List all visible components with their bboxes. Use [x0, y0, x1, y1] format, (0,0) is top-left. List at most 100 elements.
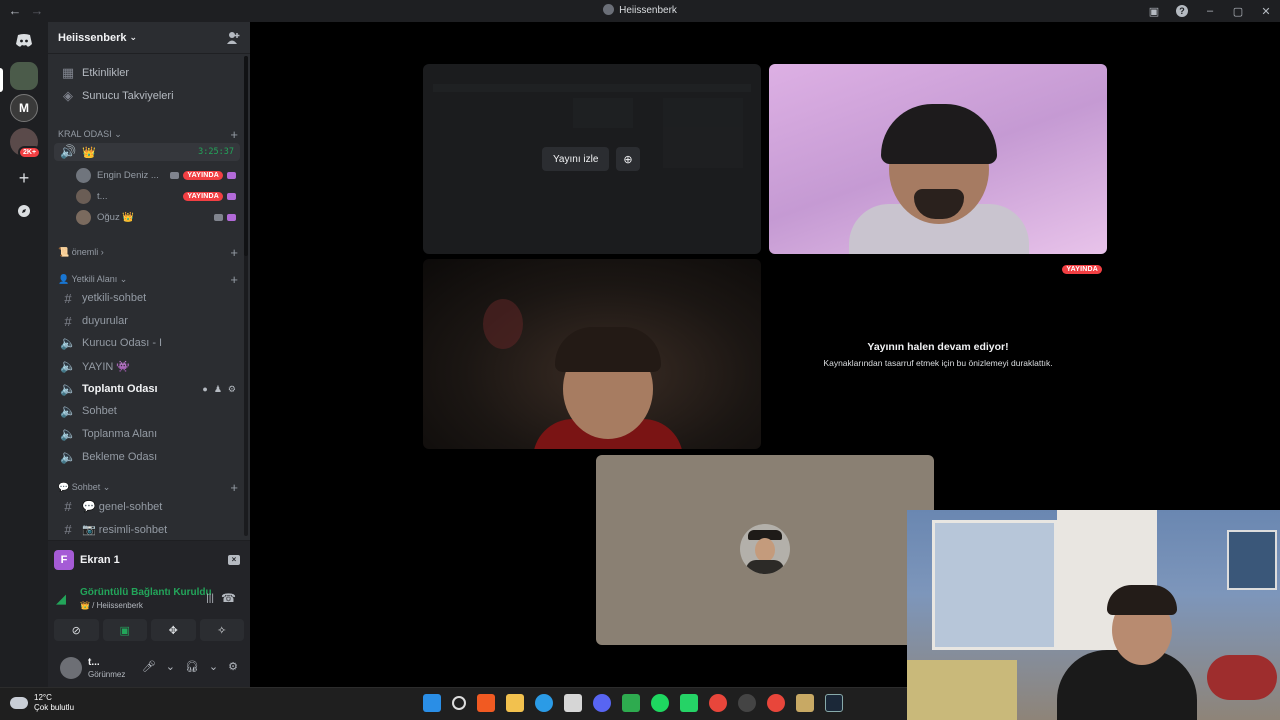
taskbar-apps — [423, 694, 843, 712]
chevron-down-icon[interactable]: ⌄ — [209, 660, 218, 673]
hashtag-icon: # — [64, 498, 72, 514]
channel-sohbet[interactable]: 🔈 Sohbet — [54, 401, 240, 421]
soundboard-button[interactable]: ✧ — [199, 619, 244, 641]
connection-status: ◢ Görüntülü Bağlantı Kuruldu 👑 / Heiisse… — [56, 587, 236, 610]
mentions-badge: 2K+ — [18, 146, 42, 159]
link-sunucu-takviyeleri[interactable]: ◈ Sunucu Takviyeleri — [54, 86, 240, 106]
channel-genel-sohbet[interactable]: # 💬 genel-sohbet — [54, 496, 240, 516]
chevron-down-icon: ⌄ — [129, 32, 138, 42]
add-channel-icon[interactable]: + — [230, 272, 238, 287]
screen-share-button[interactable]: ▣ — [102, 619, 147, 641]
minimize-button[interactable]: – — [1196, 5, 1224, 17]
disconnect-icon[interactable]: ☎ — [221, 591, 236, 605]
signal-icon[interactable]: ◢ — [56, 591, 66, 607]
wall-picture — [1227, 530, 1277, 590]
paused-stream-tile[interactable]: YAYINDA Yayının halen devam ediyor! Kayn… — [769, 259, 1107, 449]
voice-user[interactable]: t... YAYINDA — [76, 186, 240, 206]
activities-button[interactable]: ✥ — [151, 619, 196, 641]
hashtag-icon: # — [64, 313, 72, 329]
background-object — [483, 299, 523, 349]
league-icon[interactable] — [796, 694, 814, 712]
voice-user[interactable]: Oğuz 👑 — [76, 207, 240, 227]
camera-off-button[interactable]: ⊘ — [54, 619, 99, 641]
discord-app-icon[interactable] — [593, 694, 611, 712]
maximize-button[interactable]: ▢ — [1224, 5, 1252, 18]
camera-tile[interactable] — [423, 259, 761, 449]
voice-channel-kral[interactable]: 🔊 👑 3:25:37 — [54, 143, 240, 161]
server-avatar-m[interactable]: M — [10, 94, 38, 122]
windows-start-icon[interactable] — [423, 694, 441, 712]
add-channel-icon[interactable]: + — [230, 245, 238, 260]
steam-icon[interactable] — [825, 694, 843, 712]
explore-icon[interactable] — [10, 197, 38, 225]
xbox-icon[interactable] — [622, 694, 640, 712]
whatsapp-icon[interactable] — [680, 694, 698, 712]
taskbar: 12°C Çok bulutlu — [0, 687, 907, 720]
cloud-icon — [10, 697, 28, 709]
server-selected-pill — [0, 68, 3, 92]
channel-yayin[interactable]: 🔈 YAYIN 👾 — [54, 356, 240, 376]
live-badge: YAYINDA — [183, 191, 223, 201]
discord-home-icon[interactable] — [10, 27, 38, 55]
category-onemli[interactable]: 📜 önemli › + — [58, 245, 238, 260]
channel-yetkili-sohbet[interactable]: # yetkili-sohbet — [54, 288, 240, 308]
obs-icon[interactable] — [738, 694, 756, 712]
popout-icon[interactable]: ⊕ — [616, 147, 640, 171]
file-explorer-icon[interactable] — [506, 694, 524, 712]
channel-resimli-sohbet[interactable]: # 📷 resimli-sohbet — [54, 519, 240, 539]
headphones — [881, 104, 997, 164]
headphones — [1107, 585, 1177, 615]
weather-widget[interactable]: 12°C Çok bulutlu — [10, 693, 74, 713]
activity-icon — [227, 171, 236, 179]
chevron-down-icon: ⌄ — [114, 128, 122, 139]
category-yetkili-alani[interactable]: 👤 Yetkili Alanı ⌄ + — [58, 272, 238, 287]
voice-actions: ⊘ ▣ ✥ ✧ — [54, 619, 244, 641]
server-avatar-heiissenberk[interactable] — [10, 62, 38, 90]
chevron-down-icon[interactable]: ⌄ — [166, 660, 175, 673]
chrome-icon[interactable] — [767, 694, 785, 712]
live-badge: YAYINDA — [1062, 265, 1102, 274]
channel-duyurular[interactable]: # duyurular — [54, 311, 240, 331]
streamer-webcam-overlay — [907, 510, 1280, 720]
add-channel-icon[interactable]: + — [230, 127, 238, 142]
microphone-icon[interactable]: 🎤︎ — [142, 660, 156, 673]
close-button[interactable]: ✕ — [1252, 5, 1280, 18]
hashtag-icon: # — [64, 290, 72, 306]
inbox-icon[interactable]: ▣ — [1140, 5, 1168, 18]
add-channel-icon[interactable]: + — [230, 480, 238, 495]
sidebar-scrollbar[interactable] — [244, 56, 248, 536]
stop-stream-icon[interactable]: × — [228, 555, 240, 565]
brave-browser-icon[interactable] — [477, 694, 495, 712]
chat-icon[interactable]: ● — [202, 384, 207, 395]
camera-tile[interactable] — [769, 64, 1107, 254]
audio-participant-tile[interactable] — [596, 455, 934, 645]
headphones-icon[interactable]: 🎧︎ — [185, 660, 199, 673]
gear-icon[interactable]: ⚙ — [228, 660, 238, 673]
category-kral-odasi[interactable]: KRAL ODASI ⌄ + — [58, 127, 238, 142]
watch-stream-button[interactable]: Yayını izle — [542, 147, 610, 171]
spotify-icon[interactable] — [651, 694, 669, 712]
invite-icon[interactable]: ♟ — [214, 384, 222, 395]
avatar[interactable] — [60, 657, 82, 679]
channel-toplanma-alani[interactable]: 🔈 Toplanma Alanı — [54, 424, 240, 444]
gear-icon[interactable]: ⚙ — [228, 384, 236, 395]
server-header[interactable]: Heiissenberk ⌄ — [48, 22, 250, 54]
search-icon[interactable] — [452, 696, 466, 710]
edge-browser-icon[interactable] — [535, 694, 553, 712]
channel-bekleme-odasi[interactable]: 🔈 Bekleme Odası — [54, 447, 240, 467]
stream-preview-tile[interactable]: Yayını izle ⊕ — [423, 64, 761, 254]
invite-icon[interactable] — [226, 31, 240, 45]
noise-suppression-icon[interactable]: ||| — [206, 593, 214, 604]
help-icon[interactable]: ? — [1168, 5, 1196, 17]
voice-user[interactable]: Engin Deniz ... YAYINDA — [76, 165, 240, 185]
server-icon — [603, 4, 615, 15]
camera-icon — [214, 213, 223, 221]
category-sohbet[interactable]: 💬 Sohbet ⌄ + — [58, 480, 238, 495]
link-etkinlikler[interactable]: ▦ Etkinlikler — [54, 63, 240, 83]
add-server-icon[interactable]: + — [10, 164, 38, 192]
channel-toplanti-odasi[interactable]: 🔈 Toplantı Odası ● ♟ ⚙ — [54, 379, 240, 399]
speaker-icon: 🔈 — [60, 381, 77, 396]
store-icon[interactable] — [564, 694, 582, 712]
channel-kurucu-odasi[interactable]: 🔈 Kurucu Odası - I — [54, 333, 240, 353]
chrome-icon[interactable] — [709, 694, 727, 712]
